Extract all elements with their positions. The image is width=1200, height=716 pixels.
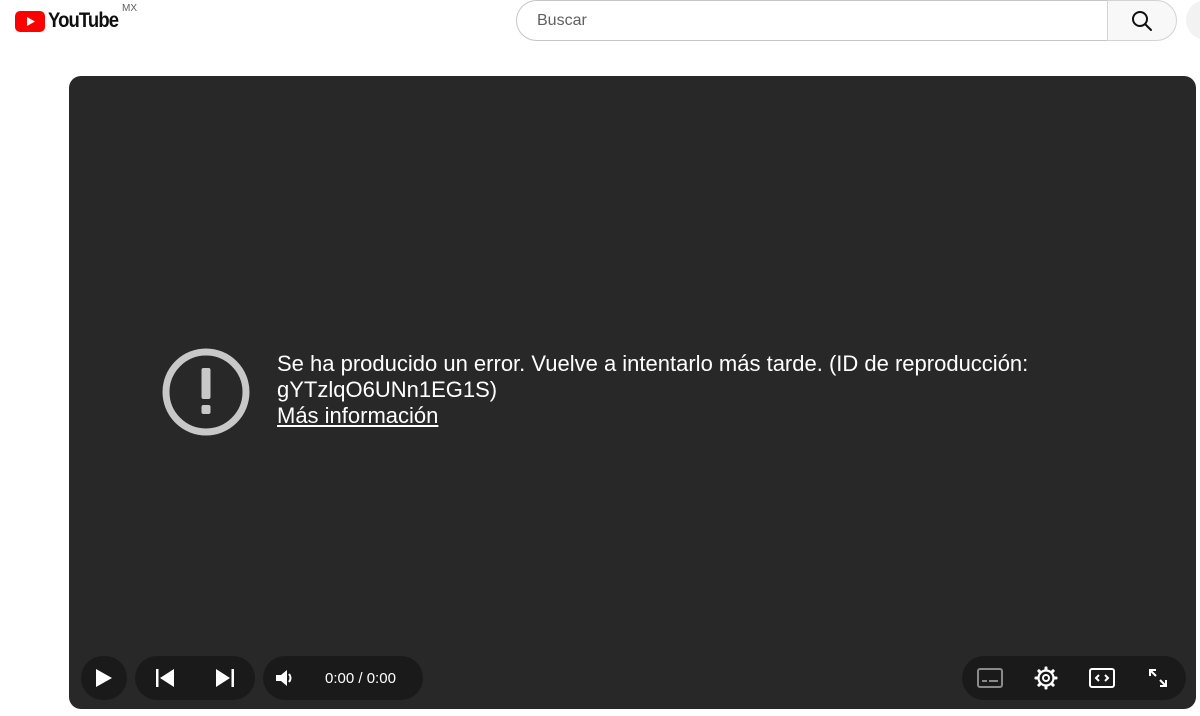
more-info-link[interactable]: Más información <box>277 403 438 429</box>
error-message-block: Se ha producido un error. Vuelve a inten… <box>277 351 1137 429</box>
time-separator: / <box>354 669 367 687</box>
subtitles-icon <box>977 668 1003 688</box>
subtitles-button[interactable] <box>968 656 1012 700</box>
time-total: 0:00 <box>366 669 396 687</box>
fullscreen-icon <box>1149 669 1167 687</box>
previous-icon <box>156 669 174 687</box>
settings-button[interactable] <box>1024 656 1068 700</box>
voice-search-button[interactable] <box>1186 0 1200 40</box>
play-icon <box>96 669 112 687</box>
error-panel: Se ha producido un error. Vuelve a inten… <box>162 348 1162 448</box>
play-control <box>81 656 127 700</box>
navigation-controls <box>135 656 255 700</box>
play-button[interactable] <box>81 656 125 700</box>
search-input[interactable] <box>535 10 1108 31</box>
youtube-logo[interactable]: YouTube <box>15 8 128 34</box>
search-button[interactable] <box>1107 0 1177 41</box>
error-message: Se ha producido un error. Vuelve a inten… <box>277 351 1029 402</box>
previous-button[interactable] <box>143 656 187 700</box>
youtube-logo-icon <box>15 10 45 32</box>
volume-time-controls: 0:00 / 0:00 <box>263 656 423 700</box>
right-controls <box>962 656 1186 700</box>
fullscreen-button[interactable] <box>1136 656 1180 700</box>
logo-wordmark: YouTube <box>48 9 119 32</box>
masthead: YouTube MX <box>0 0 1200 56</box>
next-icon <box>216 669 234 687</box>
theater-mode-button[interactable] <box>1080 656 1124 700</box>
settings-icon <box>1034 666 1058 690</box>
next-button[interactable] <box>203 656 247 700</box>
video-player[interactable]: Se ha producido un error. Vuelve a inten… <box>69 76 1196 709</box>
volume-icon <box>276 670 292 686</box>
time-current: 0:00 <box>325 669 355 687</box>
search-icon <box>1132 10 1152 31</box>
country-code: MX <box>122 3 137 14</box>
error-icon <box>162 348 250 436</box>
theater-mode-icon <box>1089 668 1115 688</box>
volume-button[interactable] <box>263 656 307 700</box>
time-display: 0:00 / 0:00 <box>307 670 414 687</box>
search-box[interactable] <box>516 0 1108 41</box>
